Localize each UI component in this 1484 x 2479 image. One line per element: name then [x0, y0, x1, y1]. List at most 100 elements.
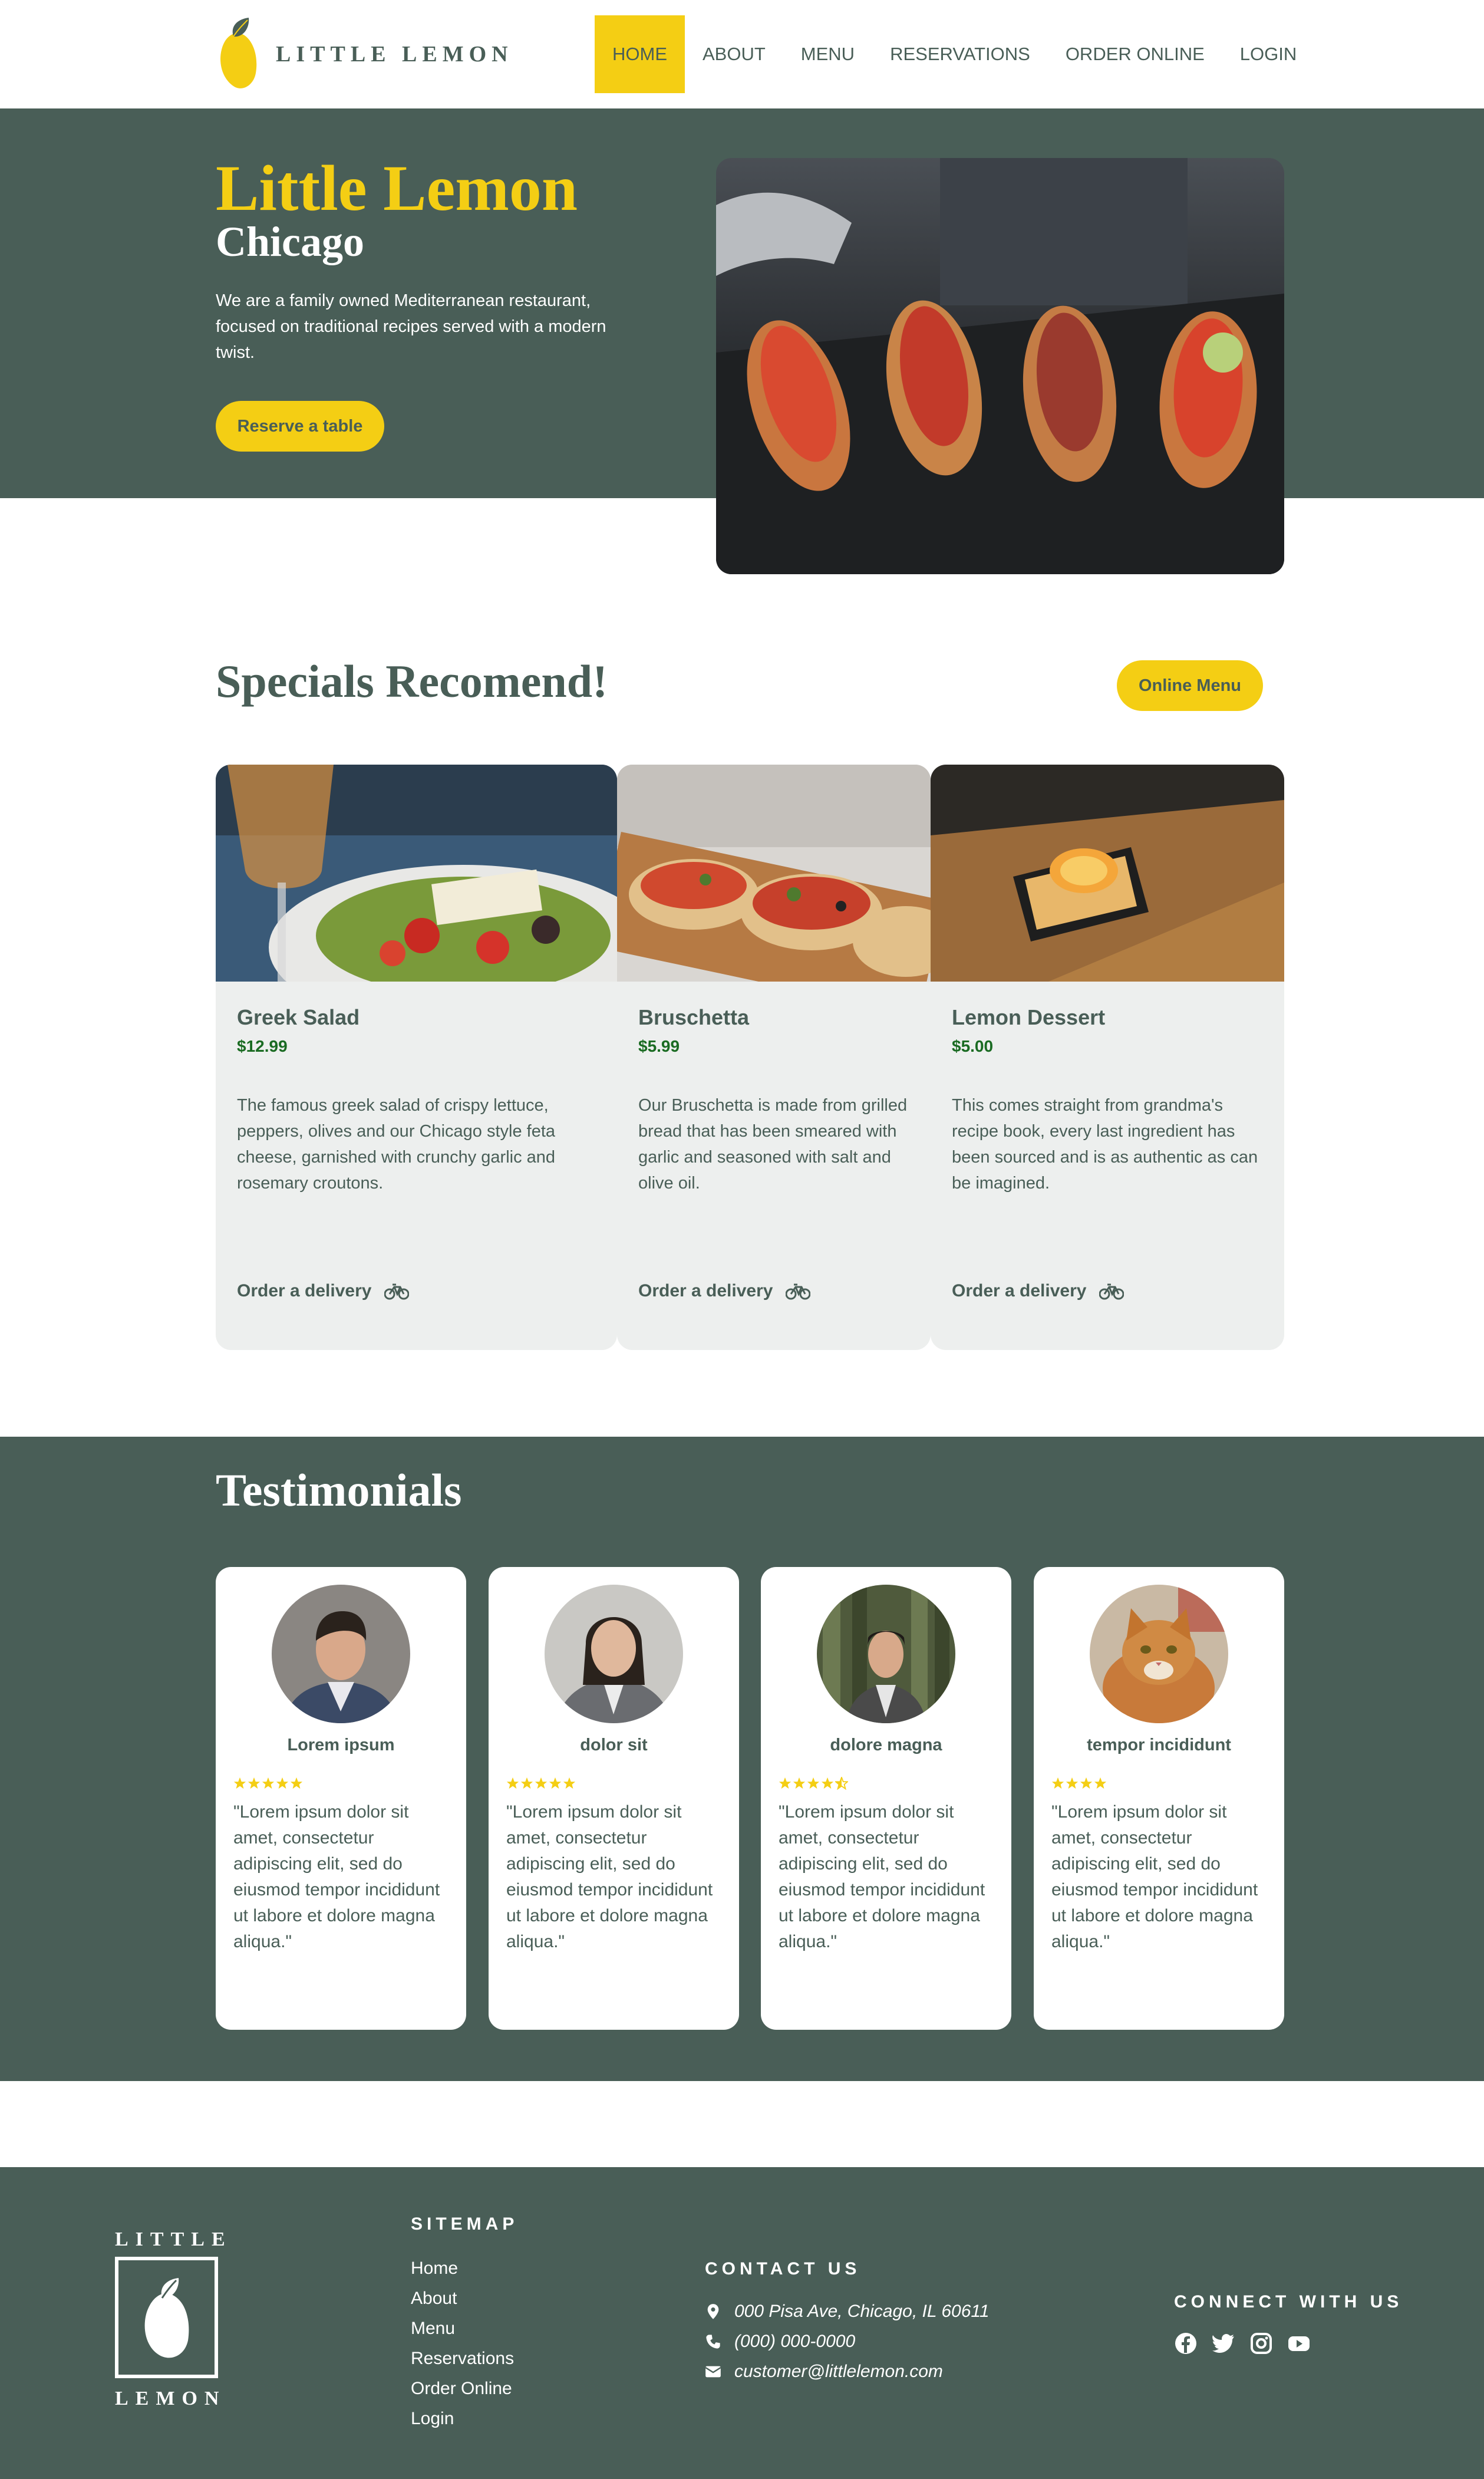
- order-delivery-label: Order a delivery: [237, 1281, 372, 1301]
- avatar: [545, 1585, 683, 1723]
- map-pin-icon: [707, 2304, 719, 2319]
- rating-stars: [779, 1777, 848, 1790]
- reserve-table-button[interactable]: Reserve a table: [216, 401, 384, 452]
- brand-name: LITTLE LEMON: [276, 42, 513, 67]
- testimonial-name: tempor incididunt: [1087, 1736, 1231, 1754]
- twitter-icon[interactable]: [1212, 2332, 1235, 2355]
- star-icon: [248, 1777, 260, 1789]
- sitemap-link-reservations[interactable]: Reservations: [411, 2343, 514, 2373]
- testimonials-title: Testimonials: [216, 1464, 462, 1516]
- special-price: $12.99: [237, 1037, 288, 1055]
- contact-heading: CONTACT US: [705, 2259, 861, 2279]
- special-description: The famous greek salad of crispy lettuce…: [237, 1096, 556, 1193]
- star-icon: [821, 1777, 834, 1789]
- brand-logo[interactable]: LITTLE LEMON: [216, 17, 513, 92]
- sitemap-list: Home About Menu Reservations Order Onlin…: [411, 2253, 514, 2434]
- testimonial-quote: "Lorem ipsum dolor sit amet, consectetur…: [1051, 1802, 1258, 1951]
- youtube-icon[interactable]: [1287, 2332, 1311, 2355]
- contact-address-text: 000 Pisa Ave, Chicago, IL 60611: [734, 2302, 990, 2321]
- special-description: This comes straight from grandma's recip…: [952, 1096, 1258, 1193]
- lemon-icon: [144, 2278, 189, 2358]
- lemon-dessert-image: [931, 765, 1284, 982]
- footer-logo-frame: [115, 2257, 218, 2378]
- star-icon: [563, 1777, 576, 1789]
- star-icon: [1066, 1777, 1079, 1789]
- testimonial-name: dolore magna: [830, 1736, 942, 1754]
- lemon-icon: [220, 18, 257, 88]
- testimonial-quote: "Lorem ipsum dolor sit amet, consectetur…: [233, 1802, 440, 1951]
- bicycle-icon: [1099, 1283, 1124, 1300]
- testimonial-name: dolor sit: [580, 1736, 648, 1754]
- bruschetta-image: [617, 765, 931, 982]
- facebook-icon[interactable]: [1174, 2332, 1198, 2355]
- star-icon: [793, 1777, 806, 1789]
- hero-image: [716, 158, 1284, 574]
- special-description: Our Bruschetta is made from grilled brea…: [638, 1096, 908, 1193]
- order-delivery-link[interactable]: Order a delivery: [638, 1281, 811, 1301]
- star-icon: [549, 1777, 562, 1789]
- bicycle-icon: [384, 1283, 410, 1300]
- order-delivery-label: Order a delivery: [638, 1281, 773, 1301]
- special-card-lemon-dessert: Lemon Dessert $5.00 This comes straight …: [931, 765, 1284, 1350]
- star-icon: [1080, 1777, 1093, 1789]
- avatar: [272, 1585, 410, 1723]
- testimonial-card: dolor sit "Lorem ipsum dolor sit amet, c…: [489, 1567, 739, 2030]
- star-icon: [290, 1777, 303, 1789]
- star-icon: [1094, 1777, 1107, 1789]
- nav-item-home[interactable]: HOME: [595, 15, 685, 93]
- testimonial-card: tempor incididunt "Lorem ipsum dolor sit…: [1034, 1567, 1284, 2030]
- special-name: Greek Salad: [237, 1005, 360, 1029]
- special-card-greek-salad: Greek Salad $12.99 The famous greek sala…: [216, 765, 617, 1350]
- order-delivery-link[interactable]: Order a delivery: [952, 1281, 1124, 1301]
- nav-item-about[interactable]: ABOUT: [685, 15, 783, 93]
- sitemap-link-menu[interactable]: Menu: [411, 2313, 514, 2343]
- nav-item-reservations[interactable]: RESERVATIONS: [872, 15, 1048, 93]
- nav-item-menu[interactable]: MENU: [783, 15, 872, 93]
- star-icon: [233, 1777, 246, 1789]
- instagram-icon[interactable]: [1249, 2332, 1273, 2355]
- connect-heading: CONNECT WITH US: [1174, 2292, 1403, 2312]
- footer-logo[interactable]: LITTLE LEMON: [115, 2228, 232, 2410]
- online-menu-button[interactable]: Online Menu: [1117, 660, 1263, 711]
- rating-stars: [1051, 1777, 1107, 1790]
- testimonial-name: Lorem ipsum: [287, 1736, 395, 1754]
- star-half-icon: [835, 1777, 848, 1790]
- contact-phone[interactable]: (000) 000-0000: [705, 2332, 855, 2352]
- specials-title: Specials Recomend!: [216, 656, 608, 707]
- nav-menu: HOME ABOUT MENU RESERVATIONS ORDER ONLIN…: [595, 15, 1314, 93]
- testimonial-quote: "Lorem ipsum dolor sit amet, consectetur…: [779, 1802, 985, 1951]
- sitemap-link-order-online[interactable]: Order Online: [411, 2373, 514, 2404]
- avatar: [817, 1585, 955, 1723]
- hero-description: We are a family owned Mediterranean rest…: [216, 291, 606, 362]
- sitemap-link-home[interactable]: Home: [411, 2253, 514, 2283]
- star-icon: [276, 1777, 289, 1789]
- special-card-bruschetta: Bruschetta $5.99 Our Bruschetta is made …: [617, 765, 931, 1350]
- nav-item-order-online[interactable]: ORDER ONLINE: [1048, 15, 1222, 93]
- rating-stars: [233, 1777, 303, 1790]
- order-delivery-label: Order a delivery: [952, 1281, 1087, 1301]
- star-icon: [535, 1777, 548, 1789]
- testimonial-quote: "Lorem ipsum dolor sit amet, consectetur…: [506, 1802, 713, 1951]
- star-icon: [520, 1777, 533, 1789]
- special-price: $5.00: [952, 1037, 994, 1055]
- sitemap-link-about[interactable]: About: [411, 2283, 514, 2313]
- hero-title: Little Lemon: [216, 152, 578, 224]
- sitemap-link-login[interactable]: Login: [411, 2404, 514, 2434]
- hero-subtitle: Chicago: [216, 218, 364, 265]
- order-delivery-link[interactable]: Order a delivery: [237, 1281, 410, 1301]
- sitemap-heading: SITEMAP: [411, 2214, 519, 2234]
- star-icon: [506, 1777, 519, 1789]
- contact-phone-text: (000) 000-0000: [734, 2332, 856, 2351]
- contact-address: 000 Pisa Ave, Chicago, IL 60611: [705, 2302, 990, 2322]
- footer-logo-bottom: LEMON: [115, 2388, 226, 2409]
- contact-email[interactable]: customer@littlelemon.com: [705, 2362, 943, 2382]
- page-footer: [0, 2167, 1484, 2479]
- footer-logo-top: LITTLE: [115, 2228, 232, 2250]
- special-price: $5.99: [638, 1037, 680, 1055]
- top-navbar: LITTLE LEMON HOME ABOUT MENU RESERVATION…: [0, 0, 1484, 108]
- rating-stars: [506, 1777, 576, 1790]
- special-name: Lemon Dessert: [952, 1005, 1106, 1029]
- special-name: Bruschetta: [638, 1005, 750, 1029]
- avatar: [1090, 1585, 1228, 1723]
- nav-item-login[interactable]: LOGIN: [1222, 15, 1314, 93]
